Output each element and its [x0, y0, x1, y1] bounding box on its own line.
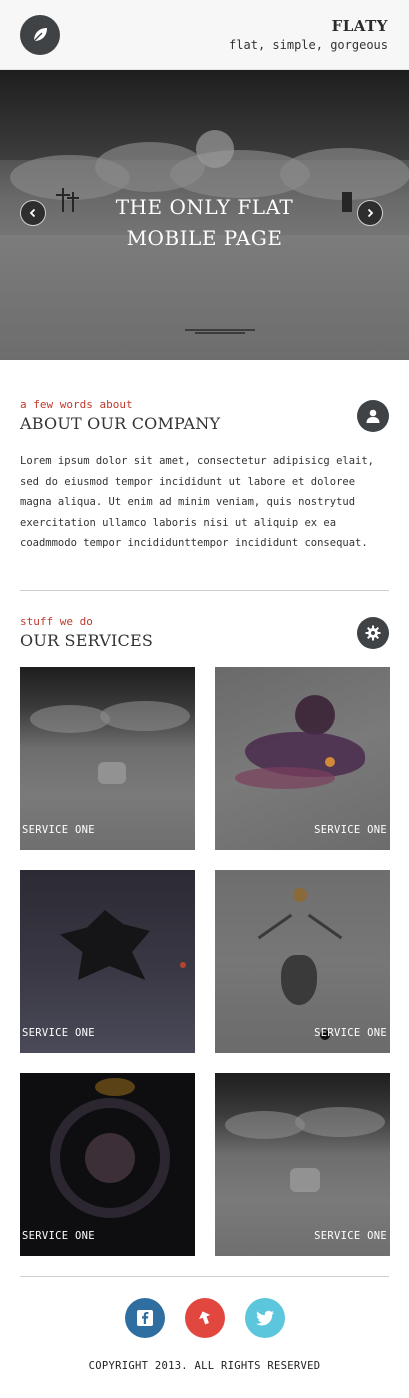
brand-block: FLATY flat, simple, gorgeous	[229, 17, 388, 52]
share-button[interactable]	[185, 1298, 225, 1338]
services-title: OUR SERVICES	[20, 631, 154, 650]
about-title: ABOUT OUR COMPANY	[20, 414, 221, 433]
service-tile-label: SERVICE ONE	[22, 824, 95, 836]
hero-image-caption	[180, 328, 260, 336]
gear-icon	[365, 625, 381, 641]
brand-title[interactable]: FLATY	[229, 17, 388, 35]
service-tile[interactable]: SERVICE ONE	[20, 870, 195, 1053]
logo-button[interactable]	[20, 15, 60, 55]
facebook-button[interactable]	[125, 1298, 165, 1338]
service-tile-label: SERVICE ONE	[314, 824, 387, 836]
service-tile[interactable]: SERVICE ONE	[215, 667, 390, 850]
chevron-left-icon	[29, 208, 36, 218]
copyright-text: COPYRIGHT 2013. ALL RIGHTS RESERVED	[88, 1360, 321, 1372]
hero-moon	[196, 130, 234, 168]
chevron-right-icon	[367, 208, 374, 218]
about-subtitle: a few words about	[20, 398, 133, 411]
slider-next-button[interactable]	[357, 200, 383, 226]
brand-tagline: flat, simple, gorgeous	[229, 38, 388, 52]
user-icon	[366, 409, 380, 423]
twitter-icon	[256, 1310, 274, 1326]
twitter-button[interactable]	[245, 1298, 285, 1338]
service-tile-label: SERVICE ONE	[22, 1027, 95, 1039]
service-tile[interactable]: SERVICE ONE	[215, 870, 390, 1053]
services-icon-button[interactable]	[357, 617, 389, 649]
service-tile[interactable]: SERVICE ONE	[20, 667, 195, 850]
hero-title: THE ONLY FLAT MOBILE PAGE	[0, 192, 409, 254]
leaf-icon	[33, 28, 47, 42]
service-tile-label: SERVICE ONE	[314, 1027, 387, 1039]
service-tile[interactable]: SERVICE ONE	[215, 1073, 390, 1256]
about-paragraph: Lorem ipsum dolor sit amet, consectetur …	[20, 455, 375, 549]
about-icon-button[interactable]	[357, 400, 389, 432]
share-icon	[199, 1311, 211, 1325]
service-tile[interactable]: SERVICE ONE	[20, 1073, 195, 1256]
service-tile-label: SERVICE ONE	[314, 1230, 387, 1242]
service-tile-label: SERVICE ONE	[22, 1230, 95, 1242]
section-divider	[20, 590, 389, 591]
facebook-icon	[137, 1310, 153, 1326]
hero-slider[interactable]: THE ONLY FLAT MOBILE PAGE	[0, 70, 409, 360]
hero-title-line1: THE ONLY FLAT	[115, 195, 294, 219]
slider-prev-button[interactable]	[20, 200, 46, 226]
services-subtitle: stuff we do	[20, 615, 93, 628]
top-header: FLATY flat, simple, gorgeous	[0, 0, 409, 70]
hero-title-line2: MOBILE PAGE	[126, 226, 283, 250]
footer-divider	[20, 1276, 389, 1277]
